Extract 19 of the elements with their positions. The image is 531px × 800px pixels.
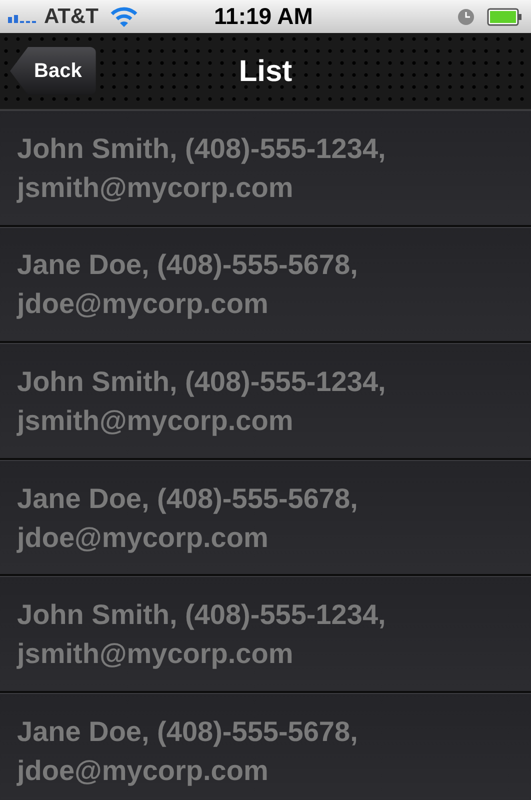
- contact-entry: Jane Doe, (408)-555-5678, jdoe@mycorp.com: [17, 248, 359, 322]
- screen-title: List: [238, 54, 292, 90]
- contact-entry: John Smith, (408)-555-1234, jsmith@mycorp.com: [17, 364, 387, 438]
- contact-entry: Jane Doe, (408)-555-5678, jdoe@mycorp.com: [17, 482, 359, 555]
- alarm-clock-icon: [457, 8, 475, 26]
- list-row[interactable]: Jane Doe, (408)-555-5678, jdoe@mycorp.com: [0, 692, 531, 800]
- clock-time: 11:19 AM: [214, 2, 313, 32]
- contact-entry: John Smith, (408)-555-1234, jsmith@mycorp.com: [17, 132, 387, 205]
- list-row[interactable]: Jane Doe, (408)-555-5678, jdoe@mycorp.com: [0, 460, 531, 576]
- list-row[interactable]: John Smith, (408)-555-1234, jsmith@mycorp.com: [0, 343, 531, 460]
- contact-entry: John Smith, (408)-555-1234, jsmith@mycorp.com: [17, 598, 387, 672]
- carrier-name: AT&T: [44, 4, 98, 30]
- wifi-icon: [110, 6, 138, 28]
- list-row[interactable]: John Smith, (408)-555-1234, jsmith@mycorp.com: [0, 110, 531, 227]
- back-button[interactable]: Back: [10, 47, 96, 95]
- list-row[interactable]: Jane Doe, (408)-555-5678, jdoe@mycorp.com: [0, 226, 531, 344]
- contact-entry: Jane Doe, (408)-555-5678, jdoe@mycorp.com: [17, 714, 359, 788]
- list-row[interactable]: John Smith, (408)-555-1234, jsmith@mycorp.com: [0, 576, 531, 693]
- battery-icon: [487, 8, 523, 26]
